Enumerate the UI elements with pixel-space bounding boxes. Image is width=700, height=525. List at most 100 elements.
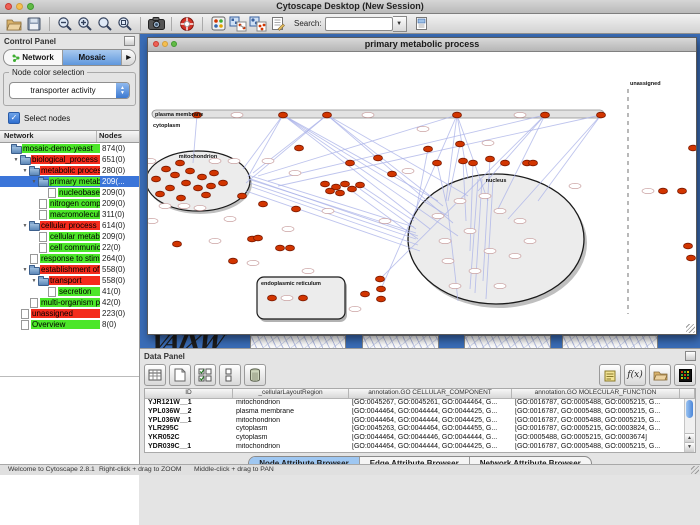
network-node-label[interactable] xyxy=(569,183,581,188)
network-node[interactable] xyxy=(388,171,397,177)
attribute-sheet-icon[interactable] xyxy=(144,364,166,386)
background-window-fragment[interactable] xyxy=(250,335,346,348)
network-edge[interactable] xyxy=(248,115,283,177)
network-node[interactable] xyxy=(689,145,697,151)
table-cell[interactable]: [GO:0005488, GO:0005215, GO:0003674] xyxy=(512,434,680,443)
tree-row[interactable]: cell communicat22(0) xyxy=(0,242,139,253)
table-cell[interactable]: [GO:0044464, GO:0044444, GO:0044425, G..… xyxy=(349,417,512,426)
network-node[interactable] xyxy=(321,181,330,187)
tree-row-label[interactable]: macromolecule xyxy=(49,210,100,219)
column-header[interactable]: annotation.GO MOLECULAR_FUNCTION xyxy=(512,389,680,399)
table-cell[interactable]: YPL036W__1 xyxy=(145,417,233,426)
network-node-label[interactable] xyxy=(148,218,158,223)
tree-row[interactable]: ▼cellular process614(0) xyxy=(0,220,139,231)
network-node-label[interactable] xyxy=(402,168,414,173)
network-view-window[interactable]: primary metabolic process plasma membran… xyxy=(147,37,697,335)
network-node[interactable] xyxy=(186,168,195,174)
table-cell[interactable]: [GO:0045267, GO:0045261, GO:0044464, G..… xyxy=(349,399,512,408)
network-node[interactable] xyxy=(202,192,211,198)
expand-arrow-icon[interactable]: ▼ xyxy=(21,267,29,273)
node-color-dropdown[interactable]: transporter activity ▲▼ xyxy=(9,82,130,99)
app-resize-grip[interactable] xyxy=(691,466,699,474)
network-node[interactable] xyxy=(326,188,335,194)
network-node[interactable] xyxy=(486,156,495,162)
network-node-label[interactable] xyxy=(494,283,506,288)
column-header[interactable] xyxy=(680,389,695,399)
table-row[interactable]: YKR052Ccytoplasm[GO:0044464, GO:0044446,… xyxy=(145,434,695,443)
zoom-fit-icon[interactable] xyxy=(95,15,115,33)
network-node[interactable] xyxy=(229,258,238,264)
tree-column-nodes[interactable]: Nodes xyxy=(97,131,139,142)
network-node[interactable] xyxy=(336,190,345,196)
table-cell[interactable]: plasma membrane xyxy=(233,408,349,417)
tree-row[interactable]: ▼metabolic process280(0) xyxy=(0,165,139,176)
network-node-label[interactable] xyxy=(469,268,481,273)
network-node[interactable] xyxy=(171,172,180,178)
network-node[interactable] xyxy=(182,180,191,186)
tree-row[interactable]: ▼establishment of lo558(0) xyxy=(0,264,139,275)
network-node[interactable] xyxy=(259,201,268,207)
network-node-label[interactable] xyxy=(524,238,536,243)
snapshot-icon[interactable] xyxy=(146,15,166,33)
network-node[interactable] xyxy=(299,295,308,301)
table-cell[interactable]: [GO:0044464, GO:0044444, GO:0044425, G..… xyxy=(349,408,512,417)
network-node-label[interactable] xyxy=(514,112,526,117)
network-node[interactable] xyxy=(286,245,295,251)
vizmapper-icon[interactable] xyxy=(208,15,228,33)
network-node-label[interactable] xyxy=(322,208,334,213)
tree-row[interactable]: ▼biological_process651(0) xyxy=(0,154,139,165)
network-node[interactable] xyxy=(501,160,510,166)
network-node-label[interactable] xyxy=(484,248,496,253)
network-node[interactable] xyxy=(238,193,247,199)
network-node-label[interactable] xyxy=(349,306,361,311)
table-cell[interactable]: [GO:0045263, GO:0044464, GO:0044455, G..… xyxy=(349,425,512,434)
network-node[interactable] xyxy=(456,141,465,147)
tree-row[interactable]: ▼primary metabo209(... xyxy=(0,176,139,187)
expand-arrow-icon[interactable]: ▼ xyxy=(30,278,38,284)
scrollbar-thumb[interactable] xyxy=(686,400,693,418)
table-row[interactable]: YDR039C__1mitochondrion[GO:0044464, GO:0… xyxy=(145,443,695,452)
new-attribute-icon[interactable] xyxy=(169,364,191,386)
network-node[interactable] xyxy=(684,243,693,249)
table-row[interactable]: YLR295Ccytoplasm[GO:0045263, GO:0044464,… xyxy=(145,425,695,434)
tree-row-label[interactable]: metabolic process xyxy=(40,166,100,175)
network-node-label[interactable] xyxy=(302,268,314,273)
table-cell[interactable]: mitochondrion xyxy=(233,417,349,426)
network-node-label[interactable] xyxy=(148,158,156,163)
expand-arrow-icon[interactable]: ▼ xyxy=(21,168,29,174)
network-node-label[interactable] xyxy=(178,203,190,208)
network-edge[interactable] xyxy=(538,115,601,201)
network-node-label[interactable] xyxy=(262,158,274,163)
save-icon[interactable] xyxy=(24,15,44,33)
network-node[interactable] xyxy=(152,176,161,182)
network-edge[interactable] xyxy=(352,191,418,239)
network-node-label[interactable] xyxy=(464,228,476,233)
network-node-label[interactable] xyxy=(247,260,259,265)
table-cell[interactable]: cytoplasm xyxy=(233,434,349,443)
network-node-label[interactable] xyxy=(439,238,451,243)
network-node[interactable] xyxy=(433,160,442,166)
table-cell[interactable]: [GO:0016787, GO:0005488, GO:0005215, G..… xyxy=(512,399,680,408)
scroll-down-icon[interactable]: ▼ xyxy=(685,442,694,452)
expand-arrow-icon[interactable]: ▼ xyxy=(12,157,20,163)
tree-row[interactable]: macromolecule311(0) xyxy=(0,209,139,220)
window-resize-grip[interactable] xyxy=(686,324,695,333)
network-node-label[interactable] xyxy=(209,238,221,243)
table-cell[interactable]: YJR121W__1 xyxy=(145,399,233,408)
network-node-label[interactable] xyxy=(159,203,171,208)
network-node[interactable] xyxy=(361,291,370,297)
network-edge[interactable] xyxy=(252,187,418,245)
tree-row-label[interactable]: cellular metabo xyxy=(49,232,100,241)
column-header[interactable]: ID xyxy=(145,389,233,399)
network-node-label[interactable] xyxy=(224,216,236,221)
network-node-label[interactable] xyxy=(454,198,466,203)
network-node-label[interactable] xyxy=(479,193,491,198)
zoom-selected-icon[interactable] xyxy=(115,15,135,33)
expand-arrow-icon[interactable]: ▼ xyxy=(30,179,38,185)
tree-row[interactable]: unassigned223(0) xyxy=(0,308,139,319)
tree-row-label[interactable]: multi-organism pro xyxy=(40,298,100,307)
network-node-label[interactable] xyxy=(379,218,391,223)
search-input[interactable] xyxy=(325,17,393,31)
unselect-attributes-icon[interactable] xyxy=(219,364,241,386)
network-node[interactable] xyxy=(194,185,203,191)
